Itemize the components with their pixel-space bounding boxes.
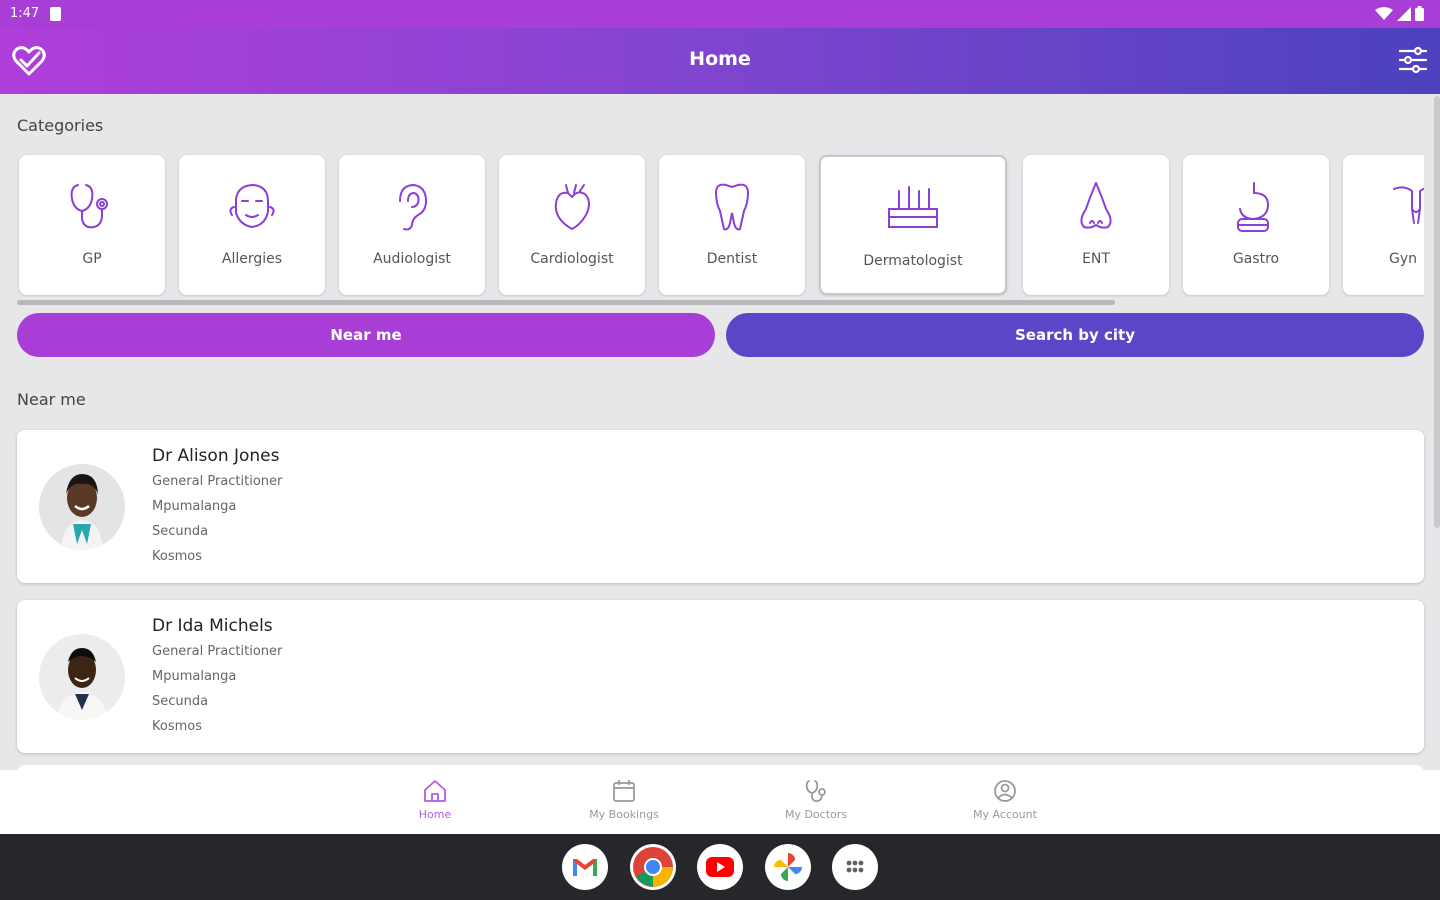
page-scrollbar[interactable] [1434, 96, 1440, 528]
category-label: Dentist [706, 251, 758, 267]
doctor-province: Mpumalanga [152, 499, 237, 514]
doctor-avatar [39, 464, 125, 550]
nav-label: My Account [973, 808, 1037, 821]
doctor-province: Mpumalanga [152, 669, 237, 684]
category-label: Gastro [1232, 251, 1280, 267]
doctor-name: Dr Alison Jones [152, 446, 280, 466]
category-card-allergies[interactable]: Allergies [179, 155, 325, 295]
nav-my-doctors[interactable]: My Doctors [756, 778, 876, 821]
bottom-navigation: Home My Bookings My Doctors My Account [0, 770, 1440, 834]
battery-icon [1415, 6, 1424, 21]
ear-icon [399, 183, 428, 231]
page-title: Home [689, 48, 751, 70]
near-me-button[interactable]: Near me [17, 313, 715, 357]
category-card-gyn[interactable]: Gyn [1343, 155, 1424, 295]
categories-carousel[interactable]: GP Allergies Audiologist Cardiologist De… [17, 153, 1424, 297]
chrome-glyph [633, 847, 673, 887]
youtube-glyph [706, 857, 734, 877]
nav-home[interactable]: Home [375, 778, 495, 821]
category-label: Gyn [1389, 251, 1418, 267]
home-icon [424, 780, 446, 802]
photos-icon[interactable] [765, 844, 811, 890]
skin-layers-icon [888, 186, 938, 228]
signal-icon [1397, 6, 1411, 21]
youtube-icon[interactable] [697, 844, 743, 890]
category-label: GP [82, 251, 102, 267]
wifi-icon [1375, 6, 1393, 20]
app-bar: Home [0, 28, 1440, 94]
category-card-dermatologist[interactable]: Dermatologist [819, 155, 1007, 295]
nav-my-account[interactable]: My Account [945, 778, 1065, 821]
sneezing-face-icon [229, 183, 275, 229]
status-time: 1:47 [10, 6, 40, 21]
calendar-icon [613, 780, 635, 802]
sdcard-icon [50, 7, 61, 21]
photos-glyph [774, 853, 802, 881]
filter-sliders-icon[interactable] [1398, 45, 1428, 75]
nose-icon [1080, 182, 1112, 229]
doctor-city: Secunda [152, 524, 209, 539]
categories-scrollbar[interactable] [17, 300, 1115, 305]
category-card-gp[interactable]: GP [19, 155, 165, 295]
search-by-city-button[interactable]: Search by city [726, 313, 1424, 357]
doctor-suburb: Kosmos [152, 549, 202, 564]
nav-my-bookings[interactable]: My Bookings [564, 778, 684, 821]
nav-label: Home [418, 808, 452, 821]
app-grid-glyph [846, 860, 864, 873]
category-card-gastro[interactable]: Gastro [1183, 155, 1329, 295]
gmail-icon[interactable] [562, 844, 608, 890]
category-label: Allergies [221, 251, 283, 267]
app-drawer-icon[interactable] [832, 844, 878, 890]
category-label: ENT [1082, 251, 1110, 267]
stethoscope-icon [70, 184, 108, 229]
nav-label: My Doctors [784, 808, 848, 821]
gmail-glyph [573, 859, 597, 876]
category-card-dentist[interactable]: Dentist [659, 155, 805, 295]
system-taskbar [0, 834, 1440, 900]
categories-heading: Categories [17, 116, 104, 135]
uterus-icon [1393, 186, 1424, 224]
category-card-cardiologist[interactable]: Cardiologist [499, 155, 645, 295]
stethoscope-icon [805, 780, 826, 803]
stomach-icon [1237, 182, 1270, 232]
category-card-audiologist[interactable]: Audiologist [339, 155, 485, 295]
near-me-heading: Near me [17, 390, 86, 409]
doctor-card[interactable]: Dr Ida Michels General Practitioner Mpum… [17, 600, 1424, 753]
chrome-icon[interactable] [630, 844, 676, 890]
category-label: Cardiologist [530, 251, 614, 267]
doctor-suburb: Kosmos [152, 719, 202, 734]
category-label: Audiologist [373, 251, 451, 267]
nav-label: My Bookings [589, 808, 659, 821]
tooth-icon [714, 183, 750, 231]
doctor-specialty: General Practitioner [152, 644, 283, 659]
doctor-name: Dr Ida Michels [152, 616, 273, 636]
doctor-card[interactable]: Dr Alison Jones General Practitioner Mpu… [17, 430, 1424, 583]
status-bar: 1:47 [0, 0, 1440, 28]
category-label: Dermatologist [863, 253, 963, 269]
account-icon [994, 780, 1016, 802]
doctor-city: Secunda [152, 694, 209, 709]
doctor-avatar [39, 634, 125, 720]
category-card-ent[interactable]: ENT [1023, 155, 1169, 295]
doctor-specialty: General Practitioner [152, 474, 283, 489]
status-icons [1375, 6, 1424, 21]
heart-icon [554, 184, 590, 231]
